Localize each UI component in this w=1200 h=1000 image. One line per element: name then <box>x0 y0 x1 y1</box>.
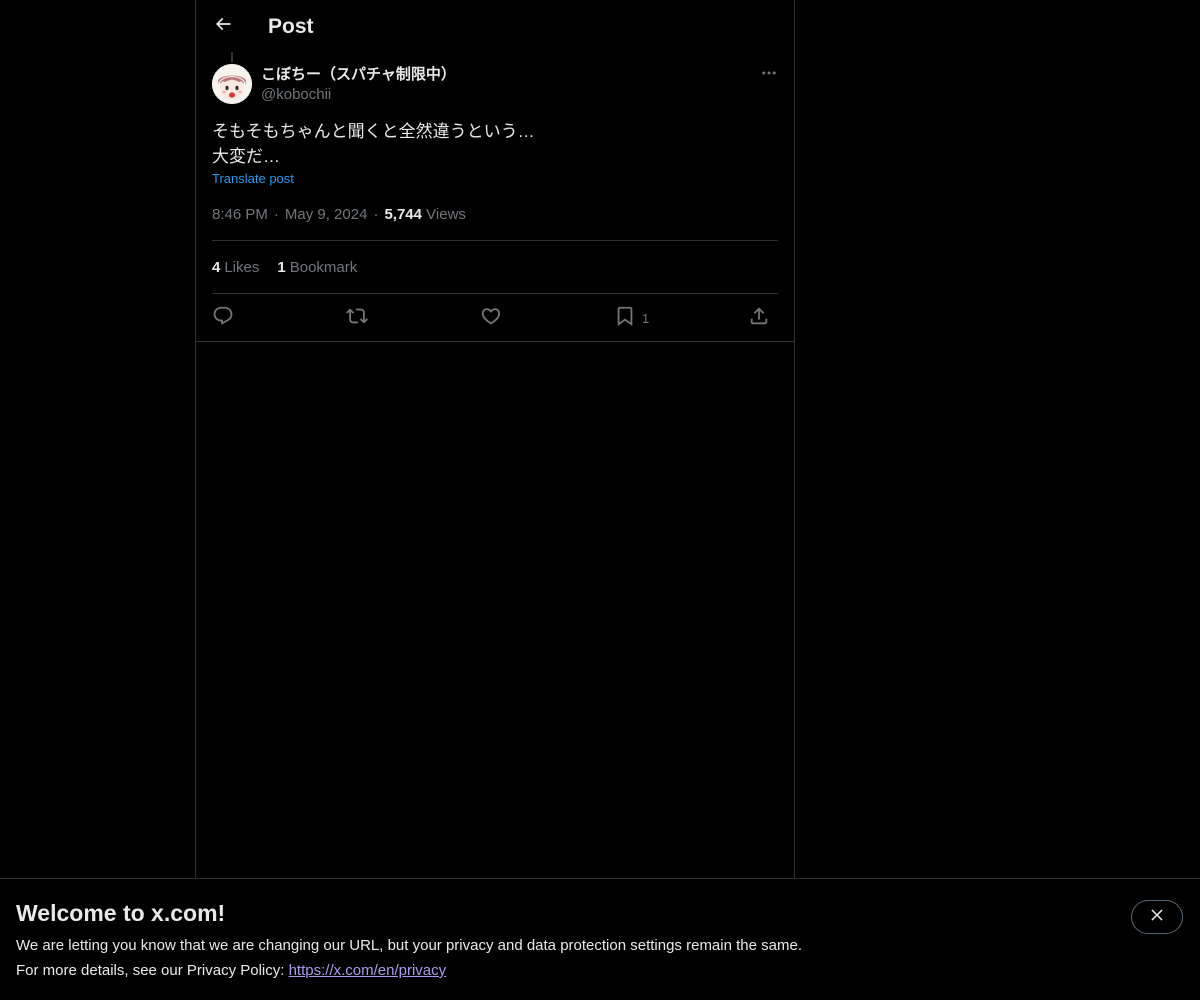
more-options-button[interactable] <box>754 63 784 87</box>
likes-label: Likes <box>224 259 260 276</box>
share-button[interactable] <box>748 305 770 331</box>
post-text-line: 大変だ… <box>212 147 280 166</box>
bookmarks-stat[interactable]: 1 Bookmark <box>277 259 357 276</box>
post-metadata: 8:46 PM · May 9, 2024 · 5,744 Views <box>212 205 466 225</box>
share-icon <box>748 305 770 332</box>
like-button[interactable] <box>480 305 502 331</box>
divider <box>212 293 778 294</box>
page: Post こぼちー（スパチャ制限中） @kobochii そもそもちゃんと聞くと… <box>0 0 1200 1000</box>
reply-icon <box>212 305 234 332</box>
post-stats: 4 Likes 1 Bookmark <box>212 258 375 278</box>
banner-title: Welcome to x.com! <box>16 900 226 926</box>
likes-stat[interactable]: 4 Likes <box>212 259 259 276</box>
bookmark-icon <box>614 305 636 332</box>
views-label: Views <box>426 206 466 223</box>
column-separator <box>196 341 794 342</box>
author-name[interactable]: こぼちー（スパチャ制限中） <box>261 65 456 85</box>
post-date[interactable]: May 9, 2024 <box>285 206 368 223</box>
primary-column: Post こぼちー（スパチャ制限中） @kobochii そもそもちゃんと聞くと… <box>195 0 795 1000</box>
close-banner-button[interactable] <box>1131 900 1183 934</box>
author-handle[interactable]: @kobochii <box>261 85 331 105</box>
thread-connector-line <box>231 52 233 62</box>
meta-separator: · <box>273 206 279 223</box>
more-horizontal-icon <box>760 64 778 87</box>
likes-count: 4 <box>212 259 221 276</box>
banner-privacy-prefix: For more details, see our Privacy Policy… <box>16 962 289 979</box>
post-text: そもそもちゃんと聞くと全然違うという… 大変だ… <box>212 119 778 169</box>
page-title: Post <box>268 15 314 38</box>
reply-button[interactable] <box>212 305 234 331</box>
post-time[interactable]: 8:46 PM <box>212 206 268 223</box>
post-header: Post <box>196 0 794 54</box>
privacy-policy-link[interactable]: https://x.com/en/privacy <box>289 962 447 979</box>
close-icon <box>1148 906 1166 929</box>
repost-icon <box>346 305 368 332</box>
meta-separator: · <box>373 206 379 223</box>
divider <box>212 240 778 241</box>
heart-icon <box>480 305 502 332</box>
repost-button[interactable] <box>346 305 368 331</box>
author-avatar[interactable] <box>212 64 252 104</box>
post-actions: 1 <box>212 305 778 331</box>
arrow-left-icon <box>213 14 233 39</box>
bookmarks-count: 1 <box>277 259 286 276</box>
translate-post-link[interactable]: Translate post <box>212 171 294 187</box>
back-button[interactable] <box>206 9 240 43</box>
url-change-banner: Welcome to x.com! We are letting you kno… <box>0 878 1200 1000</box>
bookmark-button[interactable]: 1 <box>614 305 649 331</box>
bookmarks-label: Bookmark <box>289 259 358 276</box>
bookmark-count: 1 <box>642 310 650 326</box>
banner-message: We are letting you know that we are chan… <box>16 937 802 954</box>
banner-privacy-line: For more details, see our Privacy Policy… <box>16 961 446 981</box>
views-count: 5,744 <box>384 206 422 223</box>
post-text-line: そもそもちゃんと聞くと全然違うという… <box>212 122 535 141</box>
